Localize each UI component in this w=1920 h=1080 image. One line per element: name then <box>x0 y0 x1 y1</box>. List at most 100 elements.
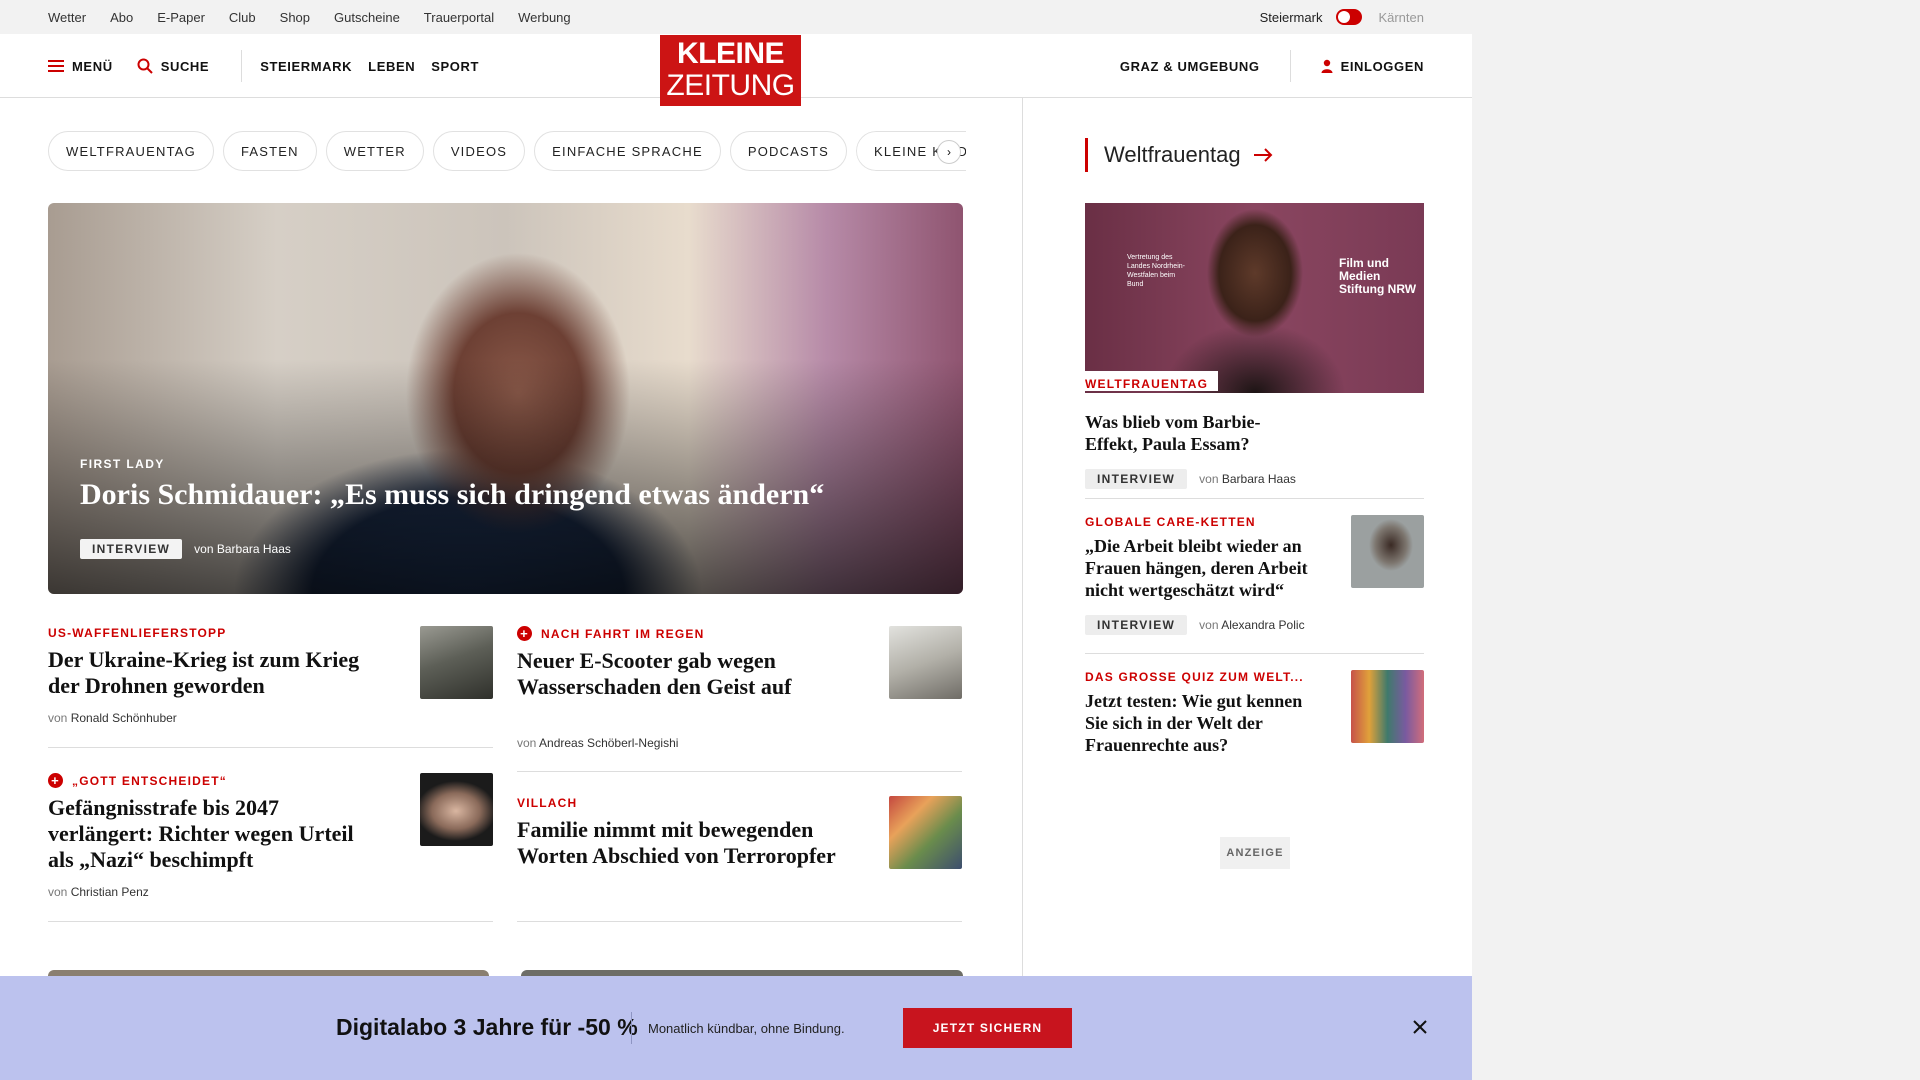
page: Wetter Abo E-Paper Club Shop Gutscheine … <box>0 0 1472 1080</box>
banner-title: Digitalabo 3 Jahre für -50 % <box>336 1014 638 1040</box>
teaser-thumbnail[interactable] <box>420 626 493 699</box>
interview-badge: INTERVIEW <box>1085 469 1188 489</box>
pill-videos[interactable]: VIDEOS <box>432 131 526 171</box>
sidebar-heading[interactable]: Weltfrauentag <box>1085 138 1273 172</box>
utility-link-gutscheine[interactable]: Gutscheine <box>334 10 400 25</box>
pill-weltfrauentag[interactable]: WELTFRAUENTAG <box>48 131 214 171</box>
sidebar-feature-image[interactable]: Vertretung des Landes Nordrhein-Westfale… <box>1085 203 1424 393</box>
teaser-title[interactable]: Gefängnisstrafe bis 2047 verlängert: Ric… <box>48 795 378 873</box>
region-toggle[interactable] <box>1336 9 1363 25</box>
pills-next-button[interactable]: › <box>937 140 961 164</box>
search-icon <box>137 58 153 74</box>
author-name: Barbara Haas <box>1221 472 1296 486</box>
teaser-title[interactable]: Familie nimmt mit bewegenden Worten Absc… <box>517 817 847 869</box>
utility-link-club[interactable]: Club <box>229 10 256 25</box>
byline-prefix: von <box>1199 618 1219 632</box>
article-teaser[interactable]: VILLACH Familie nimmt mit bewegenden Wor… <box>517 796 962 922</box>
utility-link-abo[interactable]: Abo <box>110 10 133 25</box>
login-button[interactable]: EINLOGGEN <box>1321 59 1424 74</box>
utility-link-trauerportal[interactable]: Trauerportal <box>424 10 494 25</box>
sidebar-article-meta: INTERVIEW von Alexandra Polic <box>1085 615 1424 635</box>
close-icon[interactable] <box>1409 1016 1431 1038</box>
utility-link-wetter[interactable]: Wetter <box>48 10 86 25</box>
column-divider <box>1022 98 1023 978</box>
header-divider <box>241 50 243 82</box>
sidebar-byline: von Alexandra Polic <box>1199 618 1304 632</box>
banner-subtitle: Monatlich kündbar, ohne Bindung. <box>648 1021 845 1036</box>
plus-premium-icon: + <box>517 626 532 641</box>
banner-divider <box>631 1012 632 1044</box>
byline-prefix: von <box>194 542 214 556</box>
image-backdrop-text: Vertretung des Landes Nordrhein-Westfale… <box>1127 254 1185 288</box>
nav-steiermark[interactable]: STEIERMARK <box>260 59 352 74</box>
article-teaser[interactable]: US-WAFFENLIEFERSTOPP Der Ukraine-Krieg i… <box>48 626 493 748</box>
search-label: SUCHE <box>160 58 210 74</box>
subscription-banner: Digitalabo 3 Jahre für -50 % Monatlich k… <box>0 976 1472 1080</box>
teaser-kicker-text: „GOTT ENTSCHEIDET“ <box>72 773 227 788</box>
teaser-thumbnail[interactable] <box>889 796 962 869</box>
image-backdrop-text: Film und Medien Stiftung NRW <box>1339 256 1417 296</box>
sidebar-article-title[interactable]: „Die Arbeit bleibt wieder an Frauen häng… <box>1085 535 1325 601</box>
banner-cta-button[interactable]: JETZT SICHERN <box>903 1008 1072 1048</box>
main-header: MENÜ SUCHE STEIERMARK LEBEN SPORT KLEINE… <box>0 34 1472 106</box>
ad-label: ANZEIGE <box>1220 837 1290 869</box>
byline-prefix: von <box>517 736 537 750</box>
author-name: Ronald Schönhuber <box>70 711 177 725</box>
site-logo[interactable]: KLEINE ZEITUNG <box>660 35 801 106</box>
page-margin <box>1472 0 1920 1080</box>
pill-einfache-sprache[interactable]: EINFACHE SPRACHE <box>534 131 721 171</box>
interview-badge: INTERVIEW <box>80 539 183 559</box>
pill-fasten[interactable]: FASTEN <box>222 131 317 171</box>
sidebar-article[interactable]: DAS GROSSE QUIZ ZUM WELT... Jetzt testen… <box>1085 670 1424 756</box>
author-name: Alexandra Polic <box>1221 618 1305 632</box>
sidebar-thumbnail[interactable] <box>1351 670 1424 743</box>
byline-prefix: von <box>48 885 68 899</box>
sidebar-thumbnail[interactable] <box>1351 515 1424 588</box>
sidebar-divider <box>1085 653 1424 654</box>
sidebar-item-kicker: WELTFRAUENTAG <box>1085 371 1219 391</box>
region-steiermark[interactable]: Steiermark <box>1260 10 1323 25</box>
nav-leben[interactable]: LEBEN <box>368 59 415 74</box>
sidebar-article-title[interactable]: Was blieb vom Barbie-Effekt, Paula Essam… <box>1085 411 1295 455</box>
header-right: GRAZ & UMGEBUNG EINLOGGEN <box>1120 34 1424 98</box>
sidebar-article[interactable]: GLOBALE CARE-KETTEN „Die Arbeit bleibt w… <box>1085 515 1424 635</box>
utility-link-epaper[interactable]: E-Paper <box>157 10 205 25</box>
chevron-right-icon: › <box>947 145 951 159</box>
utility-bar: Wetter Abo E-Paper Club Shop Gutscheine … <box>0 0 1472 34</box>
hero-kicker: FIRST LADY <box>80 457 165 471</box>
nav-sport[interactable]: SPORT <box>431 59 479 74</box>
hero-article[interactable]: FIRST LADY Doris Schmidauer: „Es muss si… <box>48 203 963 594</box>
pill-podcasts[interactable]: PODCASTS <box>729 131 847 171</box>
login-label: EINLOGGEN <box>1340 58 1424 74</box>
region-kaernten[interactable]: Kärnten <box>1378 10 1424 25</box>
nav-graz-umgebung[interactable]: GRAZ & UMGEBUNG <box>1120 59 1260 74</box>
utility-link-shop[interactable]: Shop <box>280 10 310 25</box>
article-teaser[interactable]: + NACH FAHRT IM REGEN Neuer E-Scooter gab… <box>517 626 962 772</box>
topic-pills: WELTFRAUENTAG FASTEN WETTER VIDEOS EINFA… <box>48 131 966 171</box>
hero-byline: von Barbara Haas <box>194 542 291 556</box>
search-button[interactable]: SUCHE <box>137 58 210 74</box>
author-name: Andreas Schöberl-Negishi <box>539 736 679 750</box>
sidebar-article[interactable]: Was blieb vom Barbie-Effekt, Paula Essam… <box>1085 405 1424 489</box>
utility-link-werbung[interactable]: Werbung <box>518 10 571 25</box>
pill-wetter[interactable]: WETTER <box>325 131 424 171</box>
author-name: Barbara Haas <box>216 542 291 556</box>
teaser-byline: von Christian Penz <box>48 885 493 899</box>
teaser-thumbnail[interactable] <box>889 626 962 699</box>
teaser-kicker-text: NACH FAHRT IM REGEN <box>541 626 705 641</box>
hamburger-icon <box>48 60 64 72</box>
sidebar-divider <box>1085 498 1424 499</box>
teaser-byline: von Ronald Schönhuber <box>48 711 493 725</box>
arrow-right-icon <box>1253 148 1272 162</box>
teaser-title[interactable]: Neuer E-Scooter gab wegen Wasserschaden … <box>517 648 847 700</box>
menu-button[interactable]: MENÜ <box>48 59 113 74</box>
hero-title[interactable]: Doris Schmidauer: „Es muss sich dringend… <box>80 478 824 512</box>
logo-line-2: ZEITUNG <box>666 69 795 102</box>
header-left: MENÜ SUCHE STEIERMARK LEBEN SPORT <box>48 34 495 98</box>
author-name: Christian Penz <box>70 885 149 899</box>
article-teaser[interactable]: + „GOTT ENTSCHEIDET“ Gefängnisstrafe bis … <box>48 773 493 922</box>
utility-links: Wetter Abo E-Paper Club Shop Gutscheine … <box>48 0 595 34</box>
teaser-thumbnail[interactable] <box>420 773 493 846</box>
sidebar-article-title[interactable]: Jetzt testen: Wie gut kennen Sie sich in… <box>1085 690 1325 756</box>
teaser-title[interactable]: Der Ukraine-Krieg ist zum Krieg der Droh… <box>48 647 378 699</box>
